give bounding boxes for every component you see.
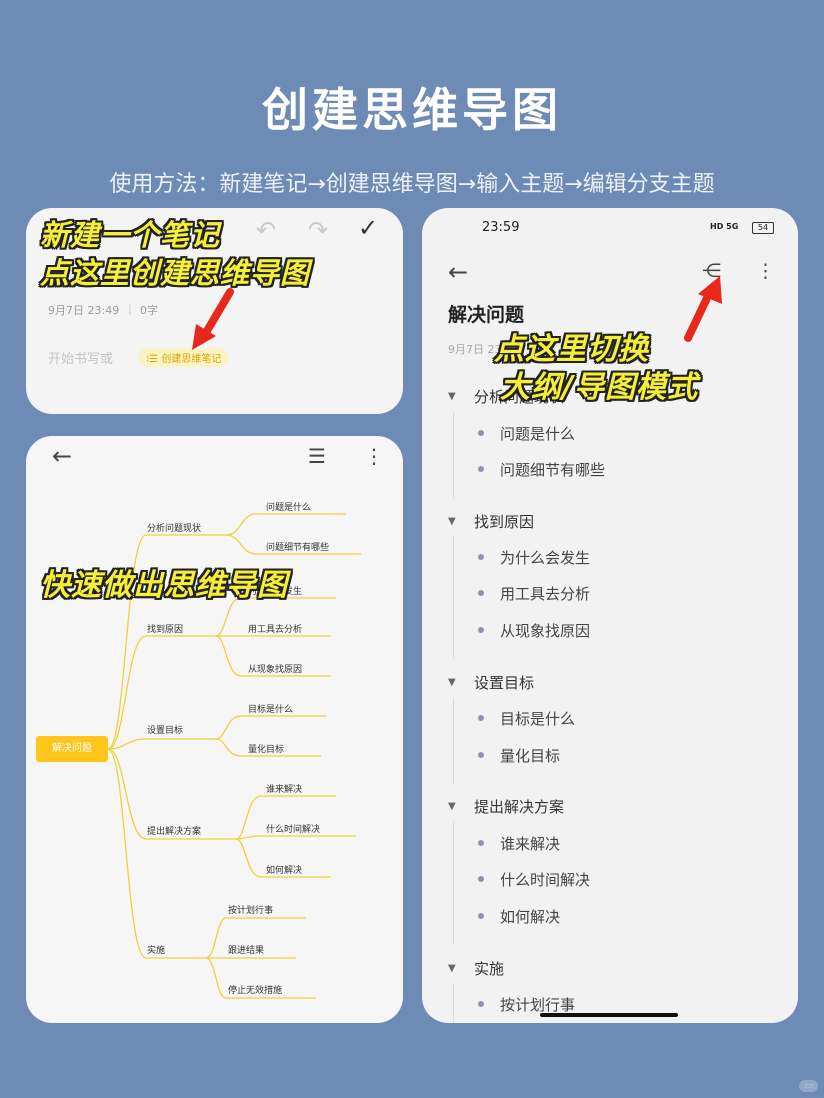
leaf-label[interactable]: 目标是什么 — [248, 702, 293, 715]
leaf-label[interactable]: 按计划行事 — [228, 903, 273, 916]
collapse-triangle-icon[interactable]: ▼ — [448, 677, 456, 688]
bullet-icon — [478, 1001, 484, 1007]
bullet-icon — [478, 590, 484, 596]
collapse-triangle-icon[interactable]: ▼ — [448, 801, 456, 812]
mindmap-lines — [107, 513, 361, 999]
outline-item[interactable]: 为什么会发生 — [500, 547, 590, 568]
outline-item[interactable]: 用工具去分析 — [500, 583, 590, 604]
outline-item[interactable]: 目标是什么 — [500, 708, 575, 729]
outline-item[interactable]: 如何解决 — [500, 906, 560, 927]
bullet-icon — [478, 466, 484, 472]
outline-item[interactable]: 谁来解决 — [500, 833, 560, 854]
branch-label[interactable]: 提出解决方案 — [147, 824, 201, 837]
bullet-icon — [478, 715, 484, 721]
leaf-label[interactable]: 谁来解决 — [266, 782, 302, 795]
note-placeholder[interactable]: 开始书写或 — [48, 348, 113, 367]
branch-label[interactable]: 实施 — [147, 943, 165, 956]
undo-icon[interactable]: ↶ — [256, 216, 276, 244]
back-arrow-icon[interactable]: ← — [448, 258, 468, 286]
leaf-label[interactable]: 跟进结果 — [228, 943, 264, 956]
collapse-triangle-icon[interactable]: ▼ — [448, 516, 456, 527]
mindmap-root[interactable]: 解决问题 — [36, 736, 108, 762]
watermark: ▭ — [799, 1080, 818, 1092]
outline-heading[interactable]: 提出解决方案 — [474, 796, 564, 817]
collapse-triangle-icon[interactable]: ▼ — [448, 963, 456, 974]
bullet-icon — [478, 913, 484, 919]
outline-item[interactable]: 量化目标 — [500, 745, 560, 766]
leaf-label[interactable]: 从现象找原因 — [248, 662, 302, 675]
leaf-label[interactable]: 用工具去分析 — [248, 622, 302, 635]
leaf-label[interactable]: 如何解决 — [266, 863, 302, 876]
bullet-icon — [478, 752, 484, 758]
bullet-icon — [478, 840, 484, 846]
callout-new-note: 新建一个笔记 — [40, 218, 221, 252]
callout-outline-mindmap-mode: 大纲/导图模式 — [500, 370, 698, 405]
branch-label[interactable]: 找到原因 — [147, 622, 183, 635]
new-note-card: ↶ ↷ ✓ 9月7日 23:49 | 0字 开始书写或 ⁝☰ 创建思维笔记 新建… — [26, 208, 403, 414]
bullet-icon — [478, 627, 484, 633]
outline-item[interactable]: 从现象找原因 — [500, 620, 590, 641]
outline-item[interactable]: 什么时间解决 — [500, 869, 590, 890]
callout-quick-mindmap: 快速做出思维导图 — [40, 568, 288, 603]
page-subtitle: 使用方法：新建笔记→创建思维导图→输入主题→编辑分支主题 — [109, 172, 715, 197]
outline-heading[interactable]: 实施 — [474, 958, 504, 979]
outline-heading[interactable]: 找到原因 — [474, 511, 534, 532]
note-date: 9月7日 23:49 — [48, 304, 120, 317]
battery-icon: 54 — [752, 222, 774, 234]
leaf-label[interactable]: 量化目标 — [248, 742, 284, 755]
network-status-icon: HD 5G — [710, 222, 739, 231]
bullet-icon — [478, 554, 484, 560]
redo-icon[interactable]: ↷ — [308, 216, 328, 244]
leaf-label[interactable]: 停止无效措施 — [228, 983, 282, 996]
bullet-icon — [478, 430, 484, 436]
outline-guide — [453, 412, 454, 498]
collapse-triangle-icon[interactable]: ▼ — [448, 391, 456, 402]
meta-separator: | — [128, 302, 132, 315]
bullet-icon — [478, 876, 484, 882]
outline-item[interactable]: 问题是什么 — [500, 423, 575, 444]
outline-guide — [453, 822, 454, 944]
home-indicator[interactable] — [540, 1013, 678, 1017]
leaf-label[interactable]: 什么时间解决 — [266, 822, 320, 835]
leaf-label[interactable]: 问题细节有哪些 — [266, 540, 329, 553]
branch-label[interactable]: 设置目标 — [147, 723, 183, 736]
mindmap-card: ← ☰ ⋮ 解决问题 分析问题现状 问题是什么 问题细节有哪些 找到原因 为什么… — [26, 436, 403, 1023]
outline-guide — [453, 698, 454, 784]
page-title: 创建思维导图 — [262, 83, 562, 137]
outline-heading[interactable]: 设置目标 — [474, 672, 534, 693]
outline-guide — [453, 984, 454, 1023]
outline-item[interactable]: 按计划行事 — [500, 994, 575, 1015]
outline-card: 23:59 HD 5G 54 ← ⋲ ⋮ 解决问题 9月7日 23 ▼ 分析问题… — [422, 208, 798, 1023]
branch-label[interactable]: 分析问题现状 — [147, 521, 201, 534]
more-icon[interactable]: ⋮ — [756, 260, 775, 282]
status-time: 23:59 — [482, 220, 520, 235]
red-arrow-icon — [684, 276, 722, 342]
callout-create-mindmap: 点这里创建思维导图 — [40, 256, 311, 290]
word-count: 0字 — [140, 304, 158, 317]
red-arrow-icon — [192, 288, 234, 350]
outline-guide — [453, 536, 454, 658]
note-title[interactable]: 解决问题 — [448, 300, 524, 327]
leaf-label[interactable]: 问题是什么 — [266, 500, 311, 513]
outline-item[interactable]: 问题细节有哪些 — [500, 459, 605, 480]
check-icon[interactable]: ✓ — [358, 214, 378, 242]
